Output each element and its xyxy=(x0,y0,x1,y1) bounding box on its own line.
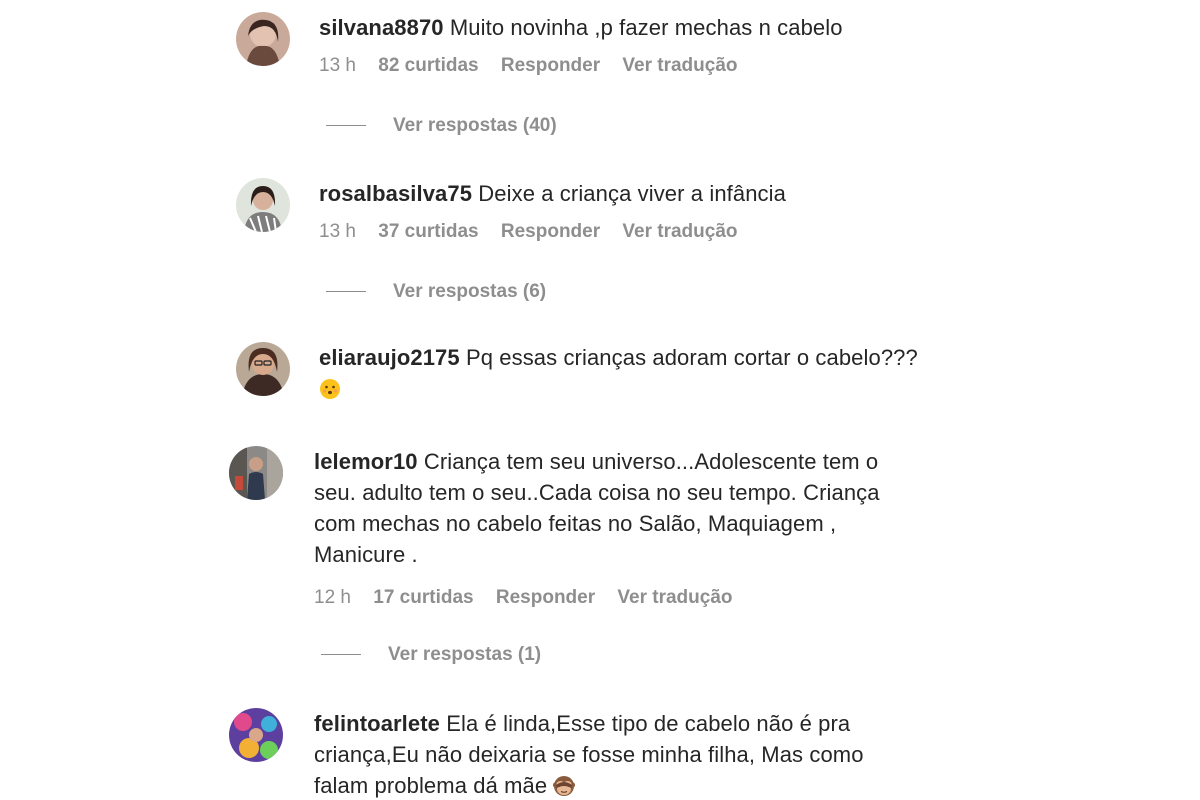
comment-username[interactable]: felintoarlete xyxy=(314,711,440,736)
likes-count[interactable]: 17 curtidas xyxy=(373,587,473,609)
avatar[interactable] xyxy=(229,446,283,500)
replies-divider xyxy=(326,125,366,127)
comment-message: Pq essas crianças adoram cortar o cabelo… xyxy=(465,345,918,370)
comment-time[interactable]: 13 h xyxy=(319,221,356,243)
translate-button[interactable]: Ver tradução xyxy=(622,55,737,77)
comment-time[interactable]: 13 h xyxy=(319,55,356,77)
comment-message-line-2: seu. adulto tem o seu..Cada coisa no seu… xyxy=(314,480,880,505)
comment-text: rosalbasilva75 Deixe a criança viver a i… xyxy=(319,178,979,209)
comment-meta: 13 h 82 curtidas Responder Ver tradução xyxy=(319,55,979,77)
reply-button[interactable]: Responder xyxy=(501,55,600,77)
comment-message: Muito novinha ,p fazer mechas n cabelo xyxy=(449,15,843,40)
reply-button[interactable]: Responder xyxy=(501,221,600,243)
comment-message-line-2: criança,Eu não deixaria se fosse minha f… xyxy=(314,742,864,767)
comments-list: silvana8870 Muito novinha ,p fazer mecha… xyxy=(0,0,1200,800)
comment-text: eliaraujo2175 Pq essas crianças adoram c… xyxy=(319,342,979,373)
comment-message-line-3: com mechas no cabelo feitas no Salão, Ma… xyxy=(314,511,837,536)
comment-message-line-1: Criança tem seu universo...Adolescente t… xyxy=(423,449,879,474)
view-replies-label: Ver respostas (1) xyxy=(388,644,542,665)
view-replies-label: Ver respostas (6) xyxy=(393,281,547,302)
view-replies-button[interactable]: Ver respostas (6) xyxy=(326,281,546,303)
reply-button[interactable]: Responder xyxy=(496,587,595,609)
comment-message-line-1: Ela é linda,Esse tipo de cabelo não é pr… xyxy=(446,711,851,736)
comment-meta: 12 h 17 curtidas Responder Ver tradução xyxy=(314,587,974,609)
comment-message-line-3-wrap: falam problema dá mãe xyxy=(314,770,974,800)
comment-emoji-line xyxy=(319,373,979,404)
avatar[interactable] xyxy=(236,12,290,66)
avatar[interactable] xyxy=(229,708,283,762)
comment-username[interactable]: eliaraujo2175 xyxy=(319,345,460,370)
translate-button[interactable]: Ver tradução xyxy=(622,221,737,243)
comment-text: lelemor10 Criança tem seu universo...Ado… xyxy=(314,446,974,477)
comment-text: felintoarlete Ela é linda,Esse tipo de c… xyxy=(314,708,974,739)
view-replies-label: Ver respostas (40) xyxy=(393,115,557,136)
likes-count[interactable]: 37 curtidas xyxy=(378,221,478,243)
hushed-face-emoji-icon xyxy=(319,377,341,399)
translate-button[interactable]: Ver tradução xyxy=(617,587,732,609)
avatar[interactable] xyxy=(236,342,290,396)
replies-divider xyxy=(321,654,361,656)
comment-username[interactable]: lelemor10 xyxy=(314,449,418,474)
view-replies-button[interactable]: Ver respostas (1) xyxy=(321,644,541,666)
comment-text: silvana8870 Muito novinha ,p fazer mecha… xyxy=(319,12,979,43)
comment-message: Deixe a criança viver a infância xyxy=(478,181,786,206)
comment-message-line-3: falam problema dá mãe xyxy=(314,773,548,798)
comment-username[interactable]: rosalbasilva75 xyxy=(319,181,472,206)
comment-meta: 13 h 37 curtidas Responder Ver tradução xyxy=(319,221,979,243)
comment-message-line-4: Manicure . xyxy=(314,542,418,567)
view-replies-button[interactable]: Ver respostas (40) xyxy=(326,115,557,137)
comment-time[interactable]: 12 h xyxy=(314,587,351,609)
comment-username[interactable]: silvana8870 xyxy=(319,15,444,40)
replies-divider xyxy=(326,291,366,293)
see-no-evil-monkey-icon xyxy=(553,774,576,796)
likes-count[interactable]: 82 curtidas xyxy=(378,55,478,77)
avatar[interactable] xyxy=(236,178,290,232)
